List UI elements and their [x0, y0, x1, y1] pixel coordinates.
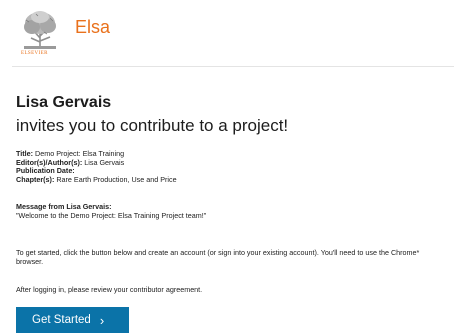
inviter-name: Lisa Gervais: [16, 94, 112, 111]
detail-chapters-label: Chapter(s):: [16, 174, 55, 184]
invite-headline: invites you to contribute to a project!: [16, 116, 289, 135]
inviter-message: Message from Lisa Gervais: "Welcome to t…: [16, 202, 207, 220]
detail-editors-value: Lisa Gervais: [84, 157, 125, 167]
app-name: Elsa: [75, 17, 111, 37]
header-divider: [12, 66, 454, 67]
after-login-text: After logging in, please review your con…: [16, 285, 203, 294]
project-details: Title: Demo Project: Elsa Training Edito…: [16, 149, 177, 185]
elsevier-tree-icon: [20, 8, 60, 52]
email-header: ELSEVIER Elsa: [20, 8, 110, 60]
chevron-right-icon: ›: [99, 312, 105, 328]
elsevier-wordmark: ELSEVIER: [21, 51, 48, 56]
get-started-button[interactable]: Get Started ›: [16, 307, 129, 333]
detail-chapters-value: Rare Earth Production, Use and Price: [56, 174, 177, 184]
message-body: "Welcome to the Demo Project: Elsa Train…: [16, 210, 207, 220]
elsevier-logo: ELSEVIER: [20, 8, 60, 58]
detail-chapters: Chapter(s): Rare Earth Production, Use a…: [16, 174, 177, 185]
instructions-text: To get started, click the button below a…: [16, 248, 420, 267]
get-started-label: Get Started: [32, 314, 91, 326]
